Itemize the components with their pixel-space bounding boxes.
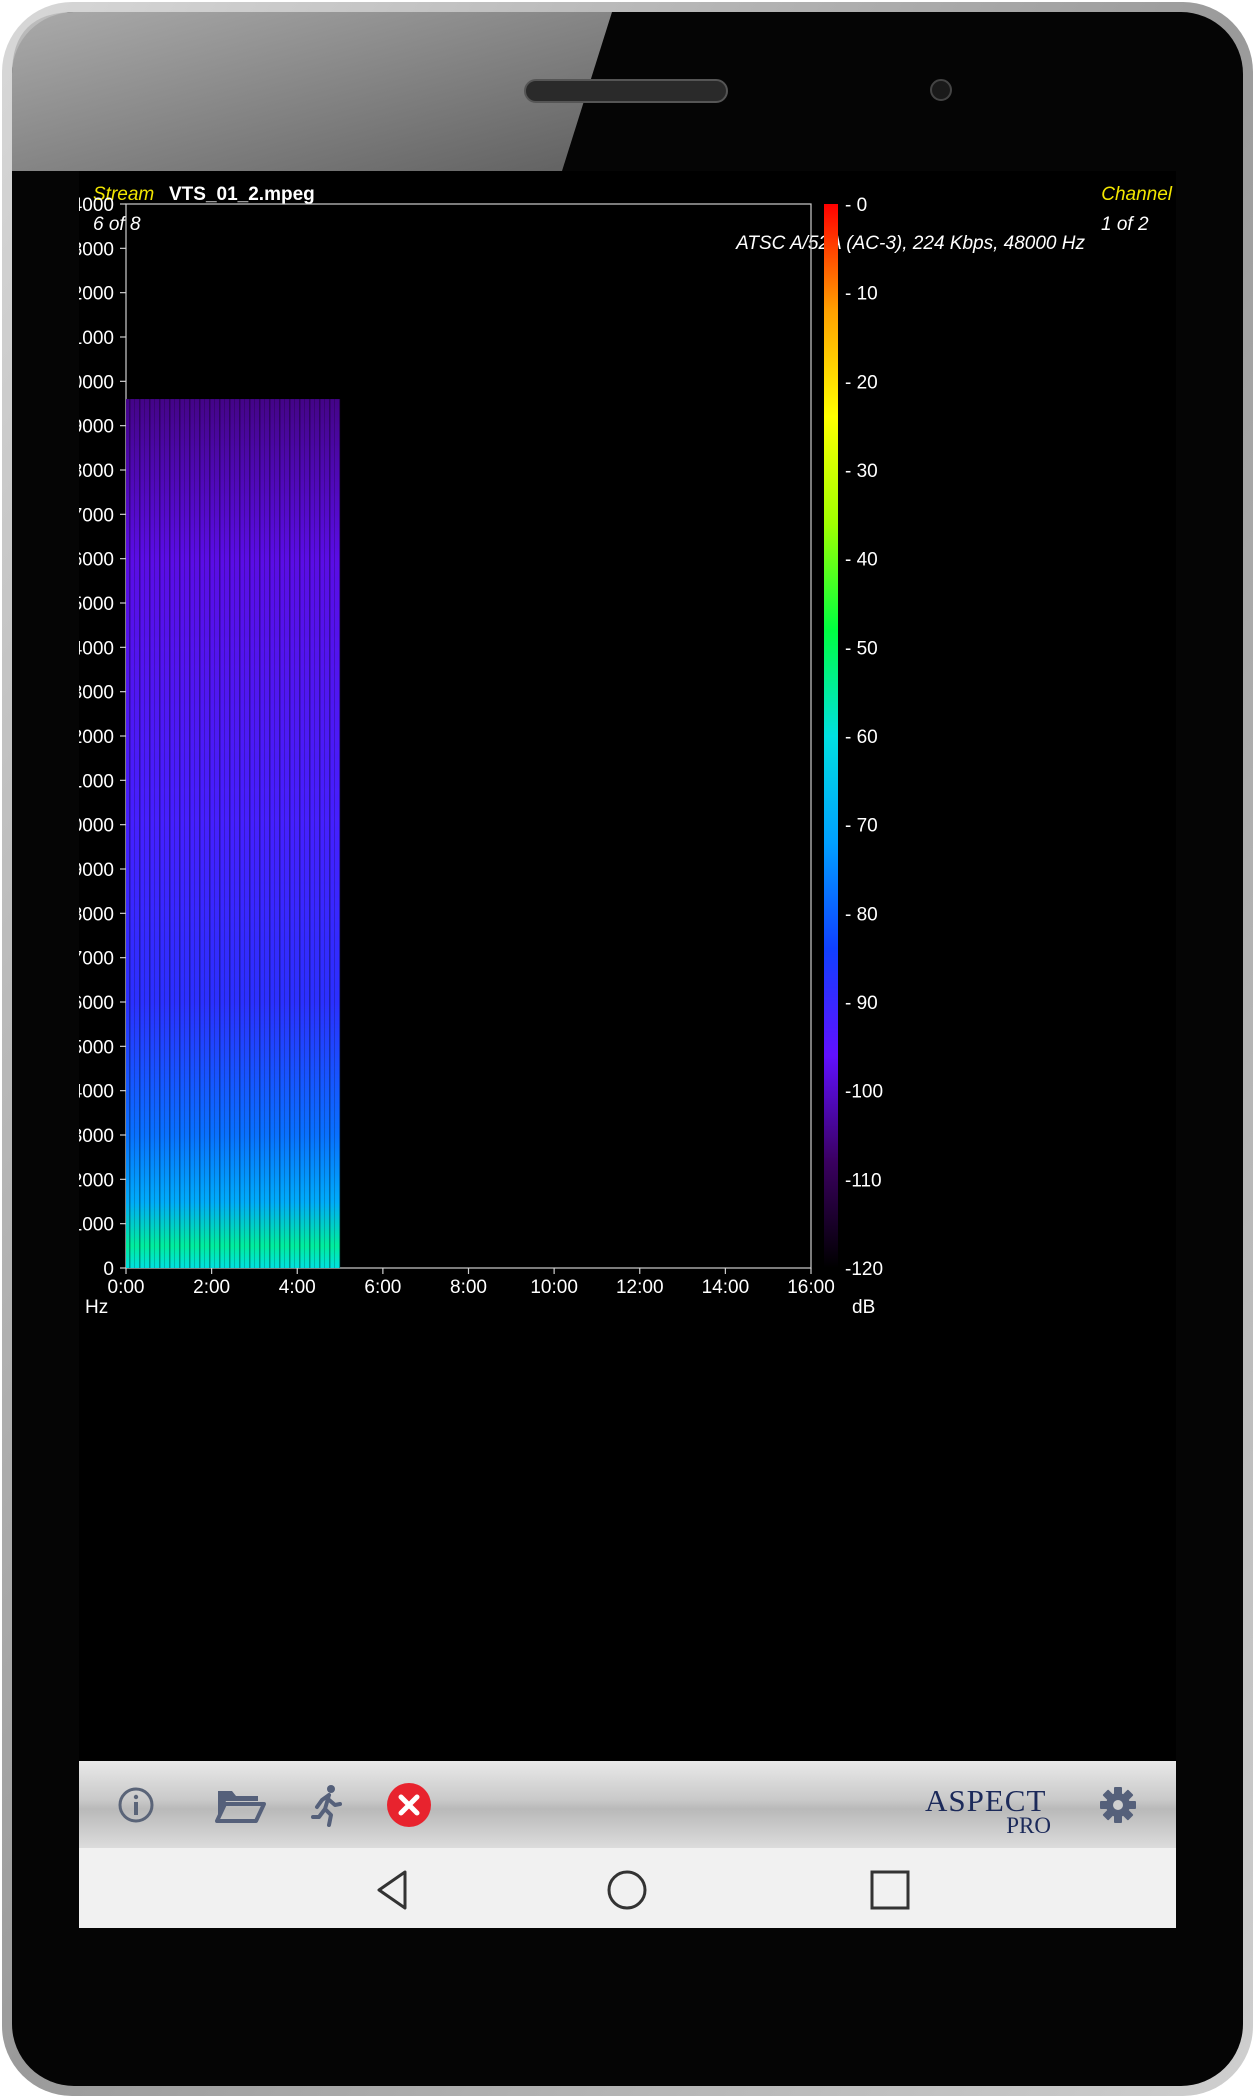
settings-button[interactable] [1088,1775,1148,1835]
colorbar-tick-label: -120 [845,1259,883,1280]
y-tick-label: 15000 [79,594,114,615]
x-tick-label: 12:00 [616,1277,664,1298]
y-tick-label: 9000 [79,860,114,881]
x-tick-label: 8:00 [450,1277,487,1298]
colorbar-tick-label: -100 [845,1082,883,1103]
info-icon [118,1787,154,1823]
gear-icon [1100,1787,1136,1823]
nav-back-button[interactable] [365,1862,421,1918]
y-tick-label: 5000 [79,1037,114,1058]
colorbar-tick-label: - 40 [845,550,878,571]
colorbar-tick-label: - 90 [845,993,878,1014]
colorbar-tick-label: - 80 [845,904,878,925]
colorbar-tick-label: - 0 [845,195,867,216]
x-tick-label: 0:00 [108,1277,145,1298]
y-tick-label: 8000 [79,904,114,925]
x-tick-label: 14:00 [702,1277,750,1298]
camera-lens [930,79,952,101]
colorbar-unit-label: dB [852,1297,875,1318]
y-tick-label: 3000 [79,1126,114,1147]
circle-home-icon [607,1870,647,1910]
y-tick-label: 17000 [79,505,114,526]
open-file-button[interactable] [210,1775,270,1835]
triangle-back-icon [377,1870,407,1910]
close-circle-icon [387,1783,431,1827]
spectrogram-texture [126,399,341,1268]
x-tick-label: 4:00 [279,1277,316,1298]
x-tick-label: 6:00 [364,1277,401,1298]
y-tick-label: 4000 [79,1082,114,1103]
folder-open-icon [215,1791,266,1823]
y-tick-label: 1000 [79,1215,114,1236]
info-button[interactable] [106,1775,166,1835]
spectrogram-chart: 24000 23000 22000 21000 20000 19000 18000 17000… [79,195,883,1318]
y-tick-label: 22000 [79,284,114,305]
colorbar-tick-label: - 10 [845,284,878,305]
speaker-grille [524,79,728,103]
colorbar-tick-label: -110 [845,1170,882,1191]
colorbar [824,204,838,1268]
y-tick-label: 14000 [79,638,114,659]
y-axis-unit-label: Hz [85,1297,108,1318]
y-tick-label: 10000 [79,816,114,837]
glare-reflection [12,12,612,171]
y-tick-label: 2000 [79,1170,114,1191]
colorbar-tick-label: - 30 [845,461,878,482]
nav-home-button[interactable] [599,1862,655,1918]
stop-button[interactable] [379,1775,439,1835]
y-tick-label: 16000 [79,550,114,571]
run-button[interactable] [297,1775,357,1835]
y-tick-label: 21000 [79,328,114,349]
colorbar-tick-label: - 70 [845,816,878,837]
aspect-pro-logo: ASPECT PRO [925,1783,1051,1838]
y-tick-label: 7000 [79,949,114,970]
y-tick-label: 13000 [79,683,114,704]
y-tick-label: 19000 [79,417,114,438]
x-tick-label: 2:00 [193,1277,230,1298]
y-tick-label: 24000 [79,195,114,216]
square-recents-icon [870,1870,910,1910]
y-tick-label: 12000 [79,727,114,748]
colorbar-tick-label: - 20 [845,372,878,393]
app-screen: Stream VTS_01_2.mpeg 6 of 8 Channel 1 of… [79,171,1176,1928]
y-tick-label: 18000 [79,461,114,482]
y-tick-label: 11000 [79,771,114,792]
x-tick-label: 16:00 [787,1277,835,1298]
x-tick-label: 10:00 [530,1277,578,1298]
y-tick-label: 23000 [79,239,114,260]
y-tick-label: 20000 [79,372,114,393]
y-tick-label: 6000 [79,993,114,1014]
running-man-icon [311,1785,342,1827]
android-nav-bar [79,1848,1176,1928]
colorbar-tick-label: - 60 [845,727,878,748]
nav-recents-button[interactable] [862,1862,918,1918]
colorbar-tick-label: - 50 [845,638,878,659]
